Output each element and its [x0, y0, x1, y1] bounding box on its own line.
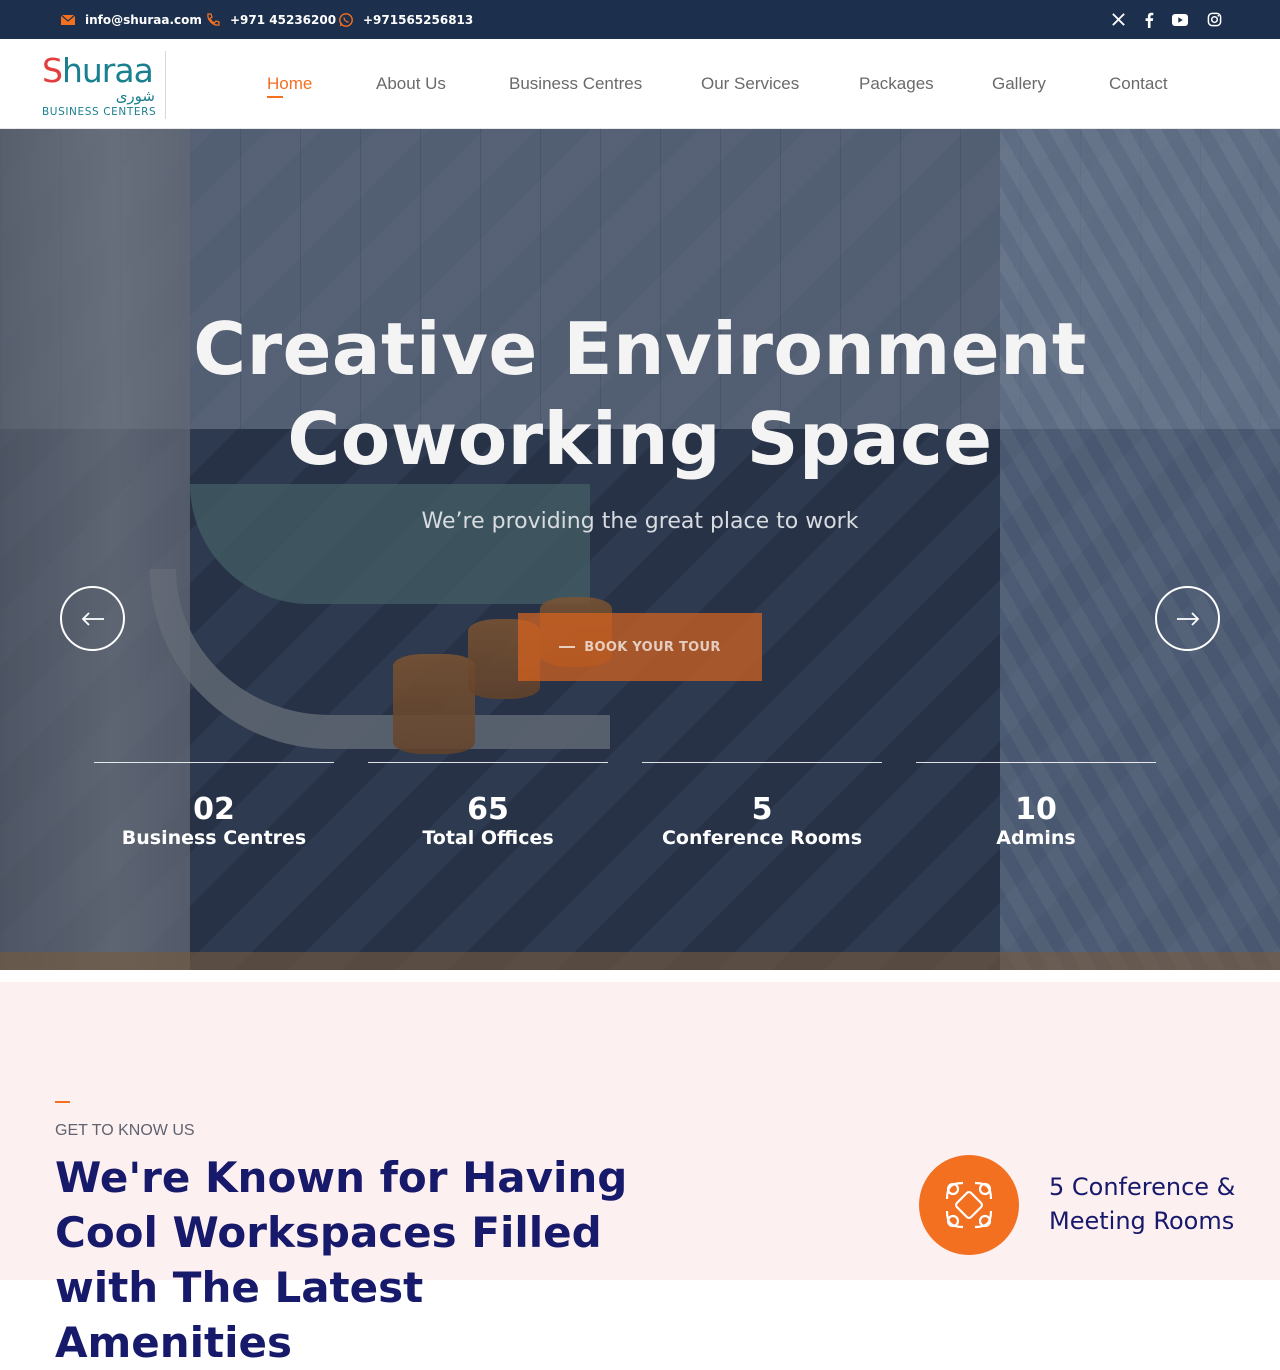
whatsapp-text: +971565256813 — [363, 12, 474, 27]
hero-subtitle: We’re providing the great place to work — [421, 509, 859, 534]
nav-home[interactable]: Home — [267, 74, 312, 94]
hero-slider: Creative Environment Coworking Space We’… — [0, 129, 1280, 970]
stat-conference-rooms: 5 Conference Rooms — [642, 762, 882, 849]
stat-label: Conference Rooms — [661, 827, 863, 849]
stat-value: 65 — [467, 792, 509, 827]
social-facebook[interactable] — [1141, 0, 1157, 39]
stat-business-centres: 02 Business Centres — [94, 762, 334, 849]
hero-bottom-strip — [0, 952, 1280, 970]
mail-icon — [60, 12, 76, 28]
phone-icon — [205, 12, 221, 28]
email-text: info@shuraa.com — [85, 12, 202, 27]
about-feature-text: 5 Conference & Meeting Rooms — [1049, 1173, 1236, 1235]
logo[interactable]: Shuraa شورى BUSINESS CENTERS — [40, 51, 166, 119]
logo-arabic: شورى — [115, 87, 155, 105]
about-eyebrow: GET TO KNOW US — [55, 1122, 195, 1139]
nav-business-centres[interactable]: Business Centres — [509, 74, 642, 94]
site-header: Shuraa شورى BUSINESS CENTERS Home About … — [0, 39, 1280, 129]
book-tour-label: BOOK YOUR TOUR — [584, 639, 721, 655]
stat-divider — [94, 762, 334, 763]
about-heading: We're Known for Having Cool Workspaces F… — [55, 1153, 628, 1367]
stat-label: Admins — [996, 827, 1076, 849]
nav-packages[interactable]: Packages — [859, 74, 934, 94]
nav-about-us[interactable]: About Us — [376, 74, 446, 94]
social-instagram[interactable] — [1206, 0, 1222, 39]
nav-our-services[interactable]: Our Services — [701, 74, 799, 94]
whatsapp-link[interactable]: +971565256813 — [338, 0, 473, 39]
stat-value: 02 — [193, 792, 235, 827]
arrow-left-icon — [81, 611, 104, 626]
top-contact-bar: info@shuraa.com +971 45236200 +971565256… — [0, 0, 1280, 39]
book-tour-button[interactable]: BOOK YOUR TOUR — [518, 613, 762, 681]
social-youtube[interactable] — [1172, 0, 1188, 39]
button-dash — [559, 646, 576, 648]
nav-contact[interactable]: Contact — [1109, 74, 1168, 94]
stat-total-offices: 65 Total Offices — [368, 762, 608, 849]
email-link[interactable]: info@shuraa.com — [60, 0, 202, 39]
whatsapp-icon — [338, 12, 354, 28]
stat-value: 10 — [1015, 792, 1057, 827]
stat-divider — [368, 762, 608, 763]
about-section: GET TO KNOW US We're Known for Having Co… — [0, 982, 1280, 1367]
stat-divider — [642, 762, 882, 763]
slider-next-button[interactable] — [1155, 586, 1220, 651]
phone-link[interactable]: +971 45236200 — [205, 0, 336, 39]
stat-admins: 10 Admins — [916, 762, 1156, 849]
eyebrow-dash — [55, 1101, 70, 1103]
logo-subtitle: BUSINESS CENTERS — [42, 106, 157, 118]
stat-label: Business Centres — [121, 827, 307, 849]
arrow-right-icon — [1176, 611, 1199, 626]
stat-label: Total Offices — [422, 827, 554, 849]
facebook-icon[interactable] — [1141, 12, 1157, 28]
hero-title: Creative Environment Coworking Space — [0, 304, 1280, 484]
nav-gallery[interactable]: Gallery — [992, 74, 1046, 94]
x-icon[interactable] — [1110, 12, 1126, 28]
slider-prev-button[interactable] — [60, 586, 125, 651]
stat-divider — [916, 762, 1156, 763]
social-x[interactable] — [1110, 0, 1126, 39]
logo-wordmark: Shuraa — [42, 51, 154, 90]
meeting-room-icon — [919, 1155, 1019, 1255]
phone-text: +971 45236200 — [230, 12, 337, 27]
instagram-icon[interactable] — [1206, 12, 1222, 28]
youtube-icon[interactable] — [1172, 12, 1188, 28]
hero-title-line-1: Creative Environment — [193, 307, 1087, 391]
nav-active-underline — [267, 96, 283, 98]
stat-value: 5 — [751, 792, 773, 827]
hero-title-line-2: Coworking Space — [287, 397, 993, 481]
